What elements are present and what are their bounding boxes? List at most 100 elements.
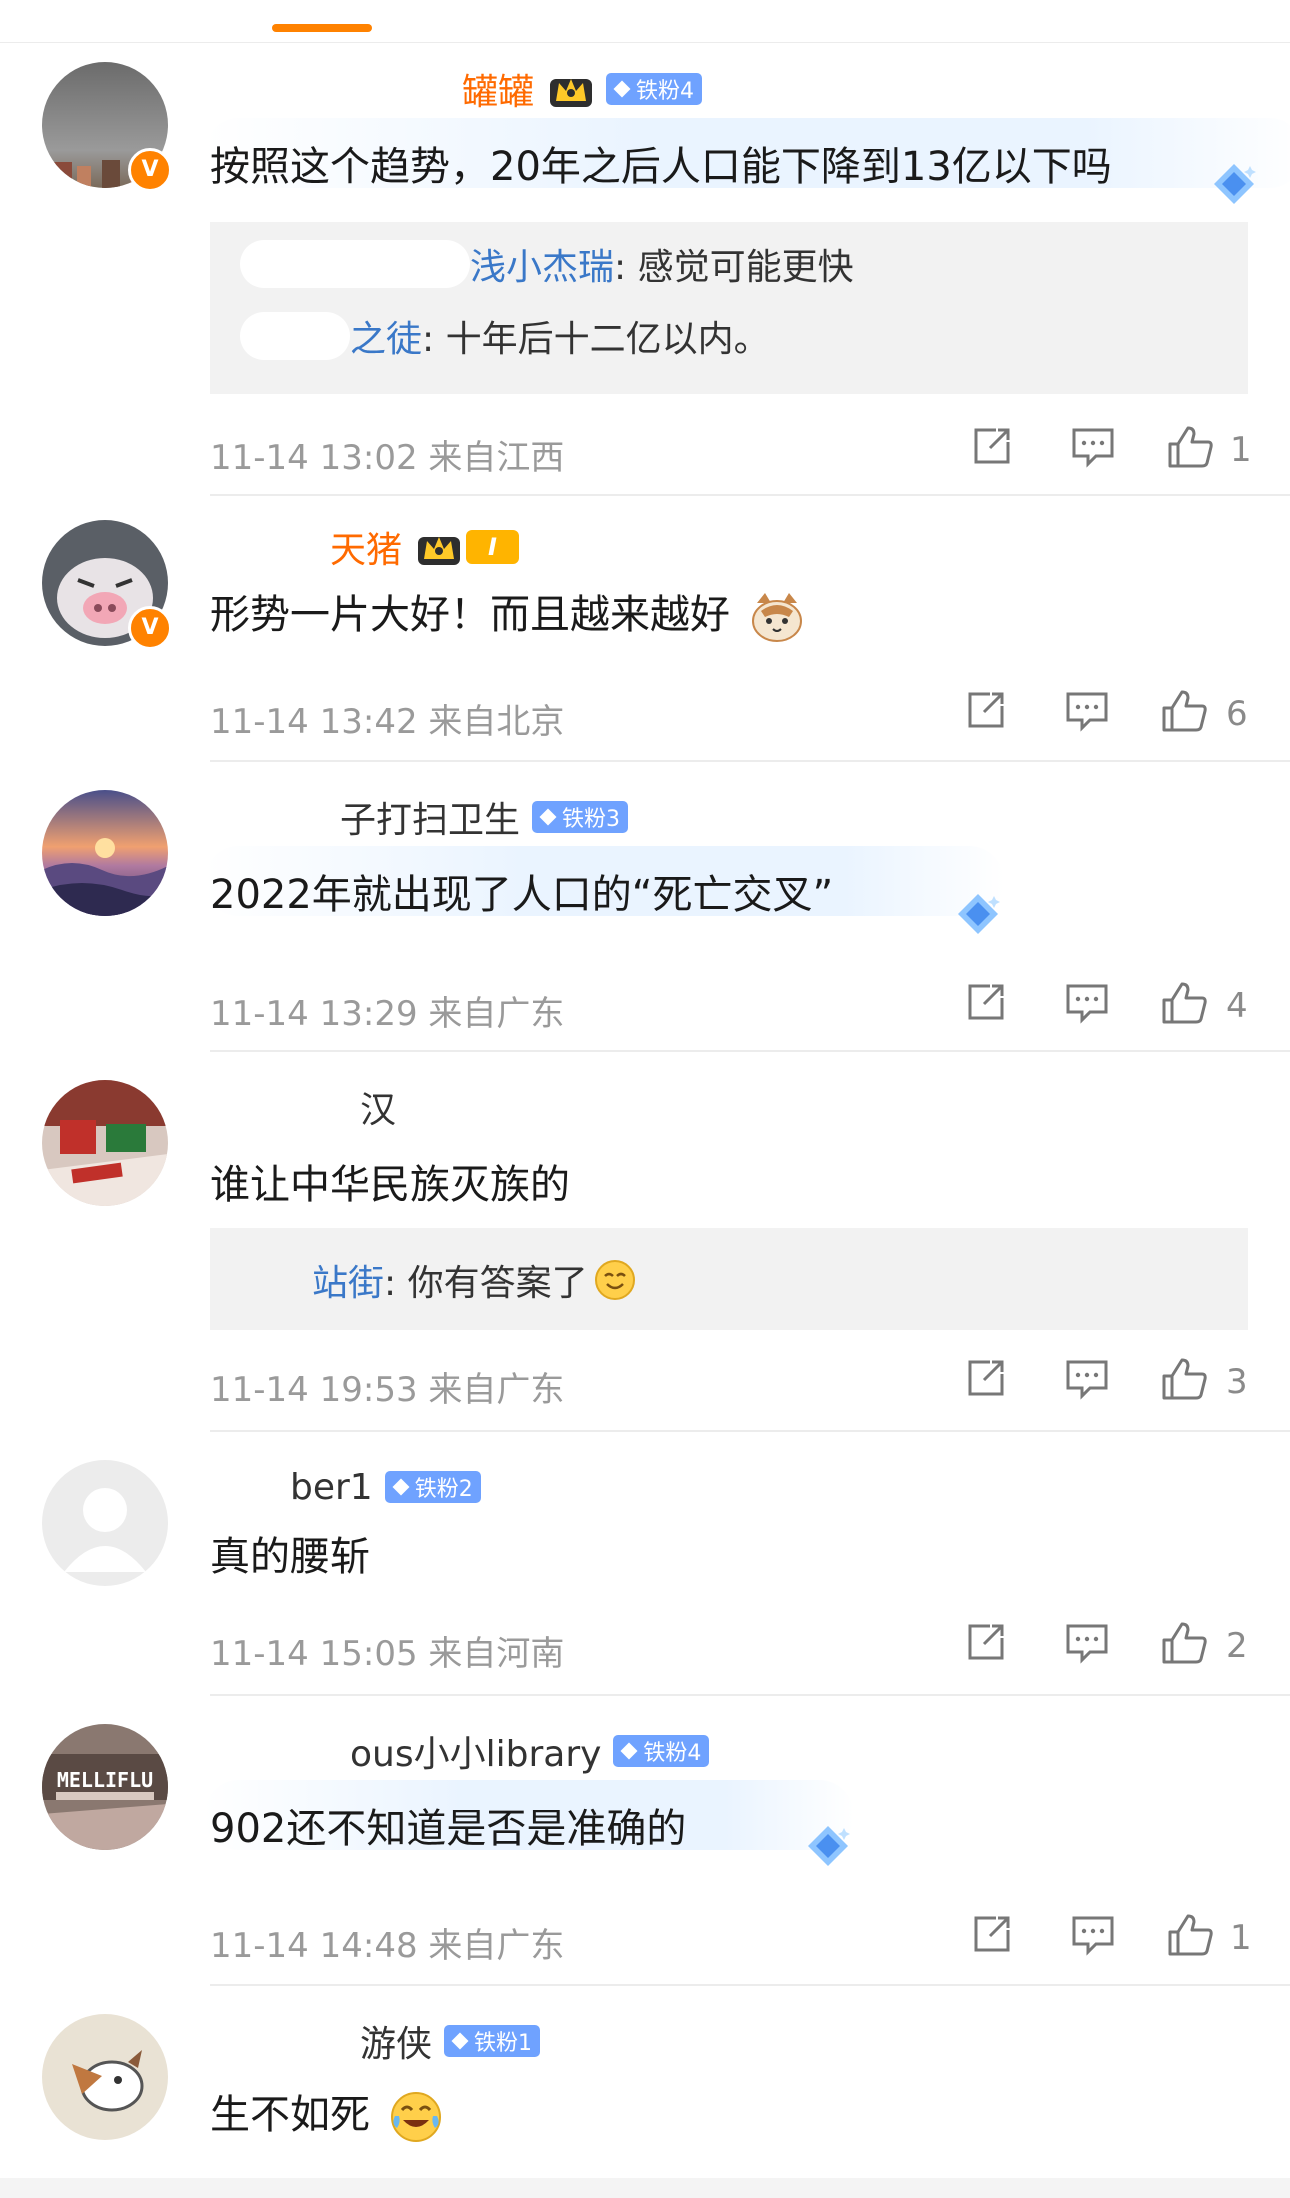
username[interactable]: ber1 <box>290 1467 373 1508</box>
comment-meta: 11-14 13:02 来自江西 1 <box>210 424 1252 478</box>
like-count: 2 <box>1226 1626 1248 1666</box>
comment-location: 来自广东 <box>428 1926 565 1966</box>
comment-icon[interactable] <box>1070 424 1116 468</box>
repost-icon[interactable] <box>964 1620 1008 1664</box>
reply-username[interactable]: 之徒 <box>350 310 422 362</box>
reply-box[interactable]: 浅小杰瑞 : 感觉可能更快 之徒 : 十年后十二亿以内。 <box>210 222 1248 394</box>
comment-item: V 天猪 I 形势一片大好！而且越来越好 11-14 13:42 来自北京 6 <box>0 500 1290 760</box>
divider <box>210 494 1290 496</box>
comment-location: 来自江西 <box>428 438 565 478</box>
username[interactable]: 天猪 <box>330 521 402 573</box>
avatar-text: MELLIFLU <box>56 1768 154 1792</box>
bottom-bar <box>0 2178 1290 2198</box>
like-count: 1 <box>1230 1918 1252 1958</box>
comment-location: 来自广东 <box>428 1370 565 1410</box>
divider <box>210 760 1290 762</box>
comment-item: 汉 谁让中华民族灭族的 站街 : 你有答案了 11-14 19:53 来自广东 … <box>0 1060 1290 1430</box>
reply-text: : 你有答案了 <box>384 1263 588 1304</box>
comment-location: 来自北京 <box>428 702 565 742</box>
reply-box[interactable]: 站街 : 你有答案了 <box>210 1228 1248 1330</box>
username[interactable]: 游侠 <box>360 2015 432 2067</box>
comment-text: 形势一片大好！而且越来越好 <box>210 592 730 638</box>
comment-time: 11-14 14:48 <box>210 1926 418 1966</box>
divider <box>210 1430 1290 1432</box>
repost-icon[interactable] <box>970 424 1014 468</box>
verified-icon: V <box>128 606 172 650</box>
level-badge: I <box>466 530 519 564</box>
like-count: 3 <box>1226 1362 1248 1402</box>
comment-time: 11-14 13:29 <box>210 994 418 1034</box>
username[interactable]: 子打扫卫生 <box>340 791 520 843</box>
laugh-cry-emoji-icon <box>390 2092 441 2142</box>
divider <box>210 1984 1290 1986</box>
comment-text: 真的腰斩 <box>210 1534 370 1580</box>
comment-icon[interactable] <box>1064 688 1110 732</box>
smile-emoji-icon <box>594 1260 635 1300</box>
like-icon[interactable] <box>1166 1912 1214 1958</box>
top-tab-bar <box>0 0 1290 43</box>
repost-icon[interactable] <box>964 688 1008 732</box>
comment-location: 来自河南 <box>428 1634 565 1674</box>
comment-time: 11-14 13:02 <box>210 438 418 478</box>
comment-text: 902还不知道是否是准确的 <box>210 1806 687 1852</box>
comment-time: 11-14 19:53 <box>210 1370 418 1410</box>
comment-location: 来自广东 <box>428 994 565 1034</box>
cat-emoji-icon <box>751 593 802 642</box>
comment-item: MELLIFLU ous小小library 铁粉4 902还不知道是否是准确的 … <box>0 1704 1290 1984</box>
divider <box>210 1050 1290 1052</box>
username[interactable]: 汉 <box>360 1081 396 1133</box>
like-count: 6 <box>1226 694 1248 734</box>
comment-time: 11-14 15:05 <box>210 1634 418 1674</box>
comment-icon[interactable] <box>1064 980 1110 1024</box>
comment-text: 2022年就出现了人口的“死亡交叉” <box>210 872 834 918</box>
reply-username[interactable]: 站街 <box>312 1254 384 1306</box>
username[interactable]: ous小小library <box>350 1725 601 1777</box>
comment-text: 谁让中华民族灭族的 <box>210 1162 570 1208</box>
crown-icon <box>418 537 461 565</box>
diamond-icon <box>958 894 1000 934</box>
avatar[interactable] <box>42 1460 168 1586</box>
reply-username[interactable]: 浅小杰瑞 <box>470 238 614 290</box>
fan-badge: 铁粉4 <box>606 73 703 105</box>
divider <box>210 1694 1290 1696</box>
comment-item: V 罐罐 铁粉4 按照这个趋势，20年之后人口能下降到13亿以下吗 浅小杰瑞 :… <box>0 42 1290 494</box>
reply-text: : 感觉可能更快 <box>614 247 854 288</box>
like-count: 1 <box>1230 430 1252 470</box>
fan-badge: 铁粉4 <box>613 1735 710 1767</box>
verified-icon: V <box>128 148 172 192</box>
comment-meta: 11-14 14:48 来自广东 1 <box>210 1912 1252 1966</box>
avatar[interactable] <box>42 790 168 916</box>
avatar[interactable] <box>42 1080 168 1206</box>
username[interactable]: 罐罐 <box>462 63 534 115</box>
diamond-icon <box>808 1826 850 1866</box>
fan-badge: 铁粉2 <box>384 1471 481 1503</box>
like-icon[interactable] <box>1166 424 1214 470</box>
like-icon[interactable] <box>1160 1620 1208 1666</box>
comment-item: ber1 铁粉2 真的腰斩 11-14 15:05 来自河南 2 <box>0 1440 1290 1694</box>
comment-icon[interactable] <box>1070 1912 1116 1956</box>
comment-icon[interactable] <box>1064 1356 1110 1400</box>
active-tab-indicator <box>272 24 372 32</box>
comment-text: 生不如死 <box>210 2092 370 2138</box>
comment-icon[interactable] <box>1064 1620 1110 1664</box>
like-icon[interactable] <box>1160 688 1208 734</box>
crown-icon <box>550 79 593 107</box>
comment-meta: 11-14 19:53 来自广东 3 <box>210 1356 1248 1410</box>
comment-meta: 11-14 15:05 来自河南 2 <box>210 1620 1248 1674</box>
like-icon[interactable] <box>1160 1356 1208 1402</box>
comment-item: 子打扫卫生 铁粉3 2022年就出现了人口的“死亡交叉” 11-14 13:29… <box>0 770 1290 1050</box>
fan-badge: 铁粉1 <box>444 2025 541 2057</box>
comment-item: 游侠 铁粉1 生不如死 <box>0 1994 1290 2174</box>
repost-icon[interactable] <box>964 1356 1008 1400</box>
comment-text: 按照这个趋势，20年之后人口能下降到13亿以下吗 <box>210 144 1112 190</box>
reply-text: : 十年后十二亿以内。 <box>422 319 770 360</box>
avatar[interactable]: MELLIFLU <box>42 1724 168 1850</box>
avatar[interactable] <box>42 2014 168 2140</box>
repost-icon[interactable] <box>970 1912 1014 1956</box>
like-icon[interactable] <box>1160 980 1208 1026</box>
repost-icon[interactable] <box>964 980 1008 1024</box>
comment-time: 11-14 13:42 <box>210 702 418 742</box>
comment-meta: 11-14 13:42 来自北京 6 <box>210 688 1248 742</box>
comment-meta: 11-14 13:29 来自广东 4 <box>210 980 1248 1034</box>
diamond-icon <box>1214 164 1256 204</box>
